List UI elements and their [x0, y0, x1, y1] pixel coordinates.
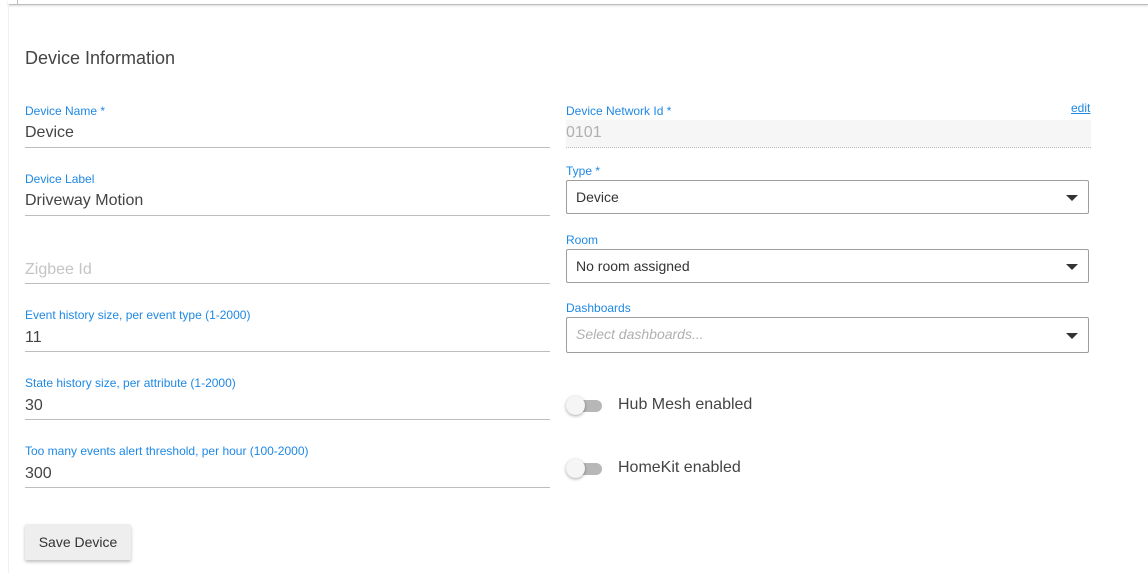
device-name-underline [25, 147, 550, 148]
chevron-down-icon[interactable] [1066, 264, 1078, 270]
card-left-edge [8, 4, 9, 573]
state-history-underline [25, 419, 550, 420]
section-title: Device Information [25, 48, 176, 68]
dashboards-field[interactable]: Dashboards Select dashboards... [566, 301, 1091, 353]
dashboards-select[interactable]: Select dashboards... [566, 317, 1089, 353]
type-field[interactable]: Type * Device [566, 164, 1091, 216]
state-history-field[interactable]: State history size, per attribute (1-200… [25, 376, 550, 420]
alert-threshold-value[interactable]: 300 [25, 465, 52, 483]
room-field[interactable]: Room No room assigned [566, 233, 1091, 285]
device-label-value[interactable]: Driveway Motion [25, 192, 143, 210]
event-history-underline [25, 351, 550, 352]
network-id-field: Device Network Id * 0101 [566, 104, 1091, 148]
alert-threshold-field[interactable]: Too many events alert threshold, per hou… [25, 444, 550, 488]
network-id-box [566, 120, 1091, 148]
homekit-label[interactable]: HomeKit enabled [618, 459, 741, 477]
homekit-toggle[interactable] [566, 459, 604, 479]
chevron-down-icon[interactable] [1066, 333, 1078, 339]
zigbee-id-field[interactable]: Zigbee Id [25, 240, 550, 284]
state-history-value[interactable]: 30 [25, 397, 43, 415]
edit-network-id-link[interactable]: edit [1071, 101, 1090, 115]
type-label: Type * [566, 164, 601, 178]
top-card-edge [8, 0, 1148, 5]
device-label-label: Device Label [25, 172, 95, 186]
dashboards-label: Dashboards [566, 301, 631, 315]
hub-mesh-toggle[interactable] [566, 396, 604, 416]
room-select[interactable]: No room assigned [566, 249, 1089, 283]
save-device-button[interactable]: Save Device [25, 524, 131, 560]
zigbee-id-underline [25, 283, 550, 284]
device-label-field[interactable]: Device Label Driveway Motion [25, 172, 550, 216]
device-name-label: Device Name * [25, 104, 106, 118]
type-select[interactable]: Device [566, 180, 1089, 214]
room-selected-value: No room assigned [576, 258, 690, 274]
device-name-field[interactable]: Device Name * Device [25, 104, 550, 148]
top-card-corner [17, 0, 18, 4]
zigbee-id-placeholder[interactable]: Zigbee Id [25, 261, 92, 279]
room-label: Room [566, 233, 599, 247]
alert-threshold-label: Too many events alert threshold, per hou… [25, 444, 309, 458]
hub-mesh-label[interactable]: Hub Mesh enabled [618, 396, 752, 414]
homekit-toggle-knob[interactable] [566, 459, 585, 478]
event-history-label: Event history size, per event type (1-20… [25, 308, 251, 322]
network-id-label: Device Network Id * [566, 104, 672, 118]
type-selected-value: Device [576, 189, 619, 205]
event-history-field[interactable]: Event history size, per event type (1-20… [25, 308, 550, 352]
hub-mesh-toggle-knob[interactable] [566, 396, 585, 415]
network-id-value: 0101 [566, 124, 602, 141]
alert-threshold-underline [25, 487, 550, 488]
chevron-down-icon[interactable] [1066, 195, 1078, 201]
device-name-value[interactable]: Device [25, 124, 74, 142]
state-history-label: State history size, per attribute (1-200… [25, 376, 236, 390]
device-label-underline [25, 215, 550, 216]
dashboards-placeholder: Select dashboards... [576, 326, 704, 342]
event-history-value[interactable]: 11 [25, 329, 42, 347]
